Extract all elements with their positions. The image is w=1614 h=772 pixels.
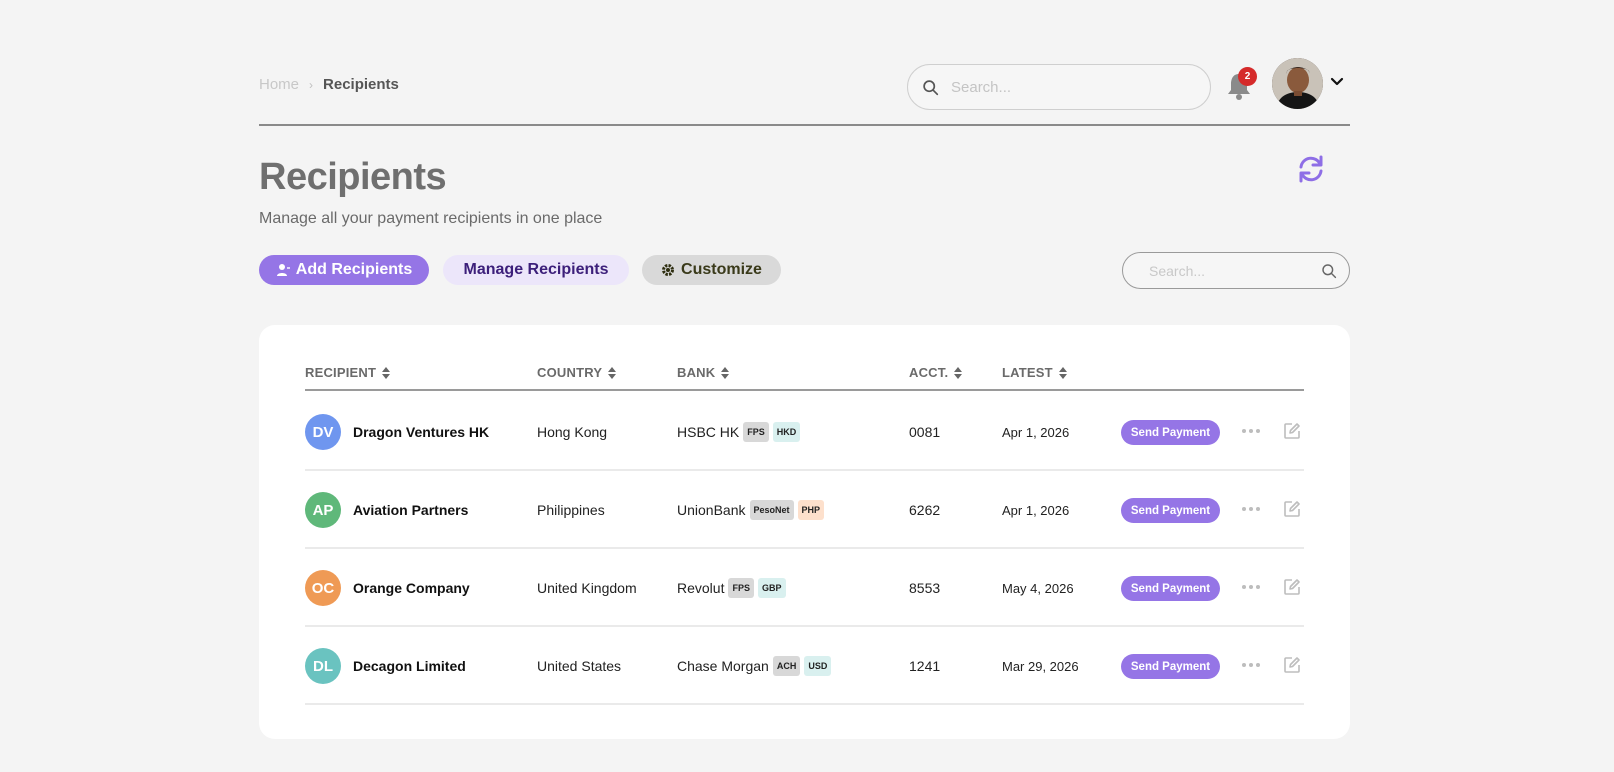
manage-recipients-button[interactable]: Manage Recipients <box>443 255 629 285</box>
recipient-name[interactable]: Orange Company <box>353 580 470 596</box>
more-icon[interactable] <box>1240 502 1262 516</box>
search-icon <box>923 79 939 95</box>
account-number: 6262 <box>909 502 941 518</box>
column-header-country[interactable]: COUNTRY <box>537 365 617 380</box>
edit-icon[interactable] <box>1283 656 1301 674</box>
table-search-input[interactable] <box>1149 262 1314 279</box>
sort-icon <box>608 366 617 379</box>
recipient-bank: Revolut FPS GBP <box>677 577 786 599</box>
more-icon[interactable] <box>1240 424 1262 438</box>
column-header-acct[interactable]: ACCT. <box>909 365 963 380</box>
table-row[interactable]: OC Orange Company United Kingdom Revolut… <box>305 549 1304 627</box>
recipient-bank: HSBC HK FPS HKD <box>677 421 801 443</box>
table-row[interactable]: DV Dragon Ventures HK Hong Kong HSBC HK … <box>305 393 1304 471</box>
sort-icon <box>382 366 391 379</box>
send-payment-button[interactable]: Send Payment <box>1121 420 1220 445</box>
table-row[interactable]: AP Aviation Partners Philippines UnionBa… <box>305 471 1304 549</box>
recipient-avatar: AP <box>305 492 341 528</box>
recipient-name[interactable]: Aviation Partners <box>353 502 468 518</box>
sort-icon <box>954 366 963 379</box>
column-header-recipient[interactable]: RECIPIENT <box>305 365 391 380</box>
network-tag: PesoNet <box>749 500 794 520</box>
sort-icon <box>721 366 730 379</box>
manage-recipients-label: Manage Recipients <box>463 261 609 278</box>
bank-name: Revolut <box>677 580 725 596</box>
send-payment-button[interactable]: Send Payment <box>1121 576 1220 601</box>
network-tag: FPS <box>743 422 769 442</box>
table-search[interactable] <box>1122 252 1350 289</box>
edit-icon[interactable] <box>1283 422 1301 440</box>
recipients-table-card: RECIPIENT COUNTRY BANK ACCT. LATEST DV D… <box>259 325 1350 739</box>
account-number: 1241 <box>909 658 941 674</box>
account-number: 0081 <box>909 424 941 440</box>
breadcrumb-home[interactable]: Home <box>259 76 299 93</box>
column-label: BANK <box>677 365 716 380</box>
recipient-country: United States <box>537 658 622 674</box>
breadcrumb-separator: › <box>309 77 314 92</box>
chevron-down-icon[interactable] <box>1329 74 1345 90</box>
latest-date: Apr 1, 2026 <box>1002 503 1070 518</box>
global-search-input[interactable] <box>951 78 1181 96</box>
breadcrumb-current: Recipients <box>323 76 399 93</box>
recipient-country: Hong Kong <box>537 424 608 440</box>
recipient-avatar: OC <box>305 570 341 606</box>
recipient-name[interactable]: Decagon Limited <box>353 658 466 674</box>
column-label: RECIPIENT <box>305 365 377 380</box>
avatar-photo <box>1272 58 1323 109</box>
latest-date: Apr 1, 2026 <box>1002 425 1070 440</box>
bank-name: HSBC HK <box>677 424 740 440</box>
latest-date: May 4, 2026 <box>1002 581 1074 596</box>
column-label: COUNTRY <box>537 365 603 380</box>
bank-name: UnionBank <box>677 502 746 518</box>
column-header-latest[interactable]: LATEST <box>1002 365 1067 380</box>
column-label: ACCT. <box>909 365 949 380</box>
page-subtitle: Manage all your payment recipients in on… <box>259 210 603 227</box>
currency-tag: GBP <box>757 578 786 598</box>
edit-icon[interactable] <box>1283 500 1301 518</box>
more-icon[interactable] <box>1240 658 1262 672</box>
currency-tag: USD <box>804 656 832 676</box>
customize-button[interactable]: Customize <box>642 255 781 285</box>
notification-badge: 2 <box>1238 67 1257 86</box>
recipient-bank: Chase Morgan ACH USD <box>677 655 832 677</box>
bank-name: Chase Morgan <box>677 658 769 674</box>
column-label: LATEST <box>1002 365 1053 380</box>
recipient-avatar: DV <box>305 414 341 450</box>
add-recipients-label: Add Recipients <box>295 261 413 278</box>
recipient-country: Philippines <box>537 502 605 518</box>
avatar[interactable] <box>1272 58 1323 109</box>
add-recipients-button[interactable]: Add Recipients <box>259 255 429 285</box>
recipient-avatar: DL <box>305 648 341 684</box>
customize-label: Customize <box>681 261 762 278</box>
account-number: 8553 <box>909 580 941 596</box>
edit-icon[interactable] <box>1283 578 1301 596</box>
table-header: RECIPIENT COUNTRY BANK ACCT. LATEST <box>305 355 1304 391</box>
more-icon[interactable] <box>1240 580 1262 594</box>
currency-tag: HKD <box>772 422 801 442</box>
recipient-name[interactable]: Dragon Ventures HK <box>353 424 489 440</box>
add-user-icon <box>276 264 290 276</box>
network-tag: ACH <box>772 656 801 676</box>
column-header-bank[interactable]: BANK <box>677 365 730 380</box>
breadcrumb: Home › Recipients <box>259 76 399 93</box>
table-row[interactable]: DL Decagon Limited United States Chase M… <box>305 627 1304 705</box>
search-icon[interactable] <box>1321 263 1337 279</box>
currency-tag: PHP <box>797 500 825 520</box>
send-payment-button[interactable]: Send Payment <box>1121 498 1220 523</box>
page-title: Recipients <box>259 156 447 198</box>
recipient-country: United Kingdom <box>537 580 637 596</box>
gear-icon <box>662 264 675 276</box>
global-search[interactable] <box>907 64 1211 110</box>
latest-date: Mar 29, 2026 <box>1002 659 1079 674</box>
recipient-bank: UnionBank PesoNet PHP <box>677 499 825 521</box>
refresh-icon[interactable] <box>1295 153 1327 185</box>
sort-icon <box>1058 366 1067 379</box>
network-tag: FPS <box>728 578 754 598</box>
send-payment-button[interactable]: Send Payment <box>1121 654 1220 679</box>
top-bar: Home › Recipients 2 <box>259 54 1350 126</box>
